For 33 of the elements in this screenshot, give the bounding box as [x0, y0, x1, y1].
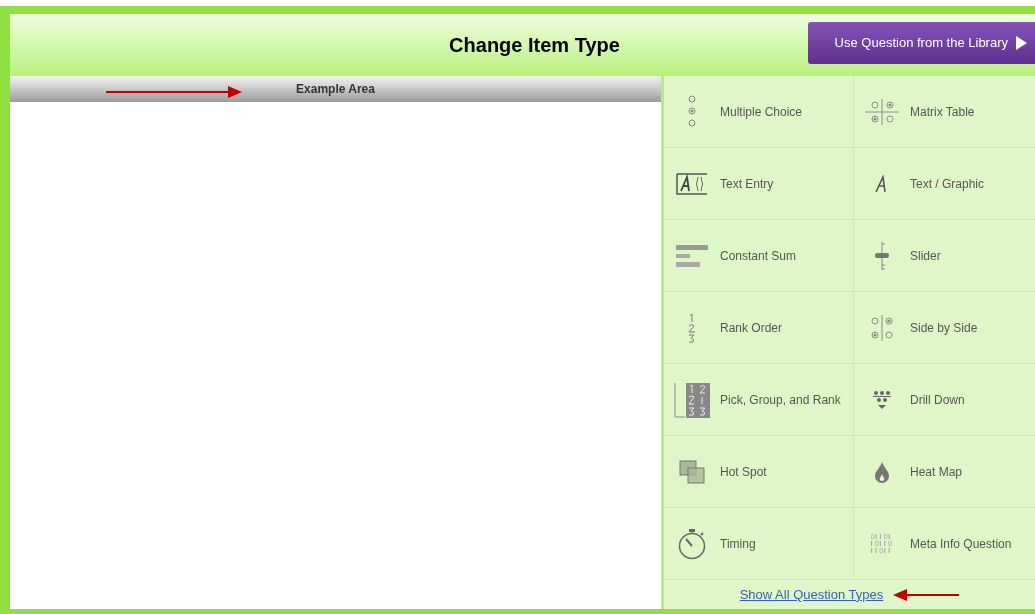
question-type-option[interactable]: Text / Graphic: [854, 148, 1035, 220]
radio-list-icon: [686, 93, 698, 130]
question-type-option[interactable]: Timing: [664, 508, 854, 580]
dialog-title: Change Item Type: [449, 33, 620, 58]
stopwatch-icon: [677, 527, 707, 560]
question-type-option[interactable]: Text Entry: [664, 148, 854, 220]
play-icon: [1016, 36, 1027, 50]
question-type-option[interactable]: Matrix Table: [854, 76, 1035, 148]
question-type-option[interactable]: Meta Info Question: [854, 508, 1035, 580]
question-type-option[interactable]: Pick, Group, and Rank: [664, 364, 854, 436]
question-type-option[interactable]: Side by Side: [854, 292, 1035, 364]
library-button[interactable]: Use Question from the Library: [808, 22, 1035, 64]
ranked-columns-icon: [674, 381, 710, 418]
example-title: Example Area: [296, 81, 375, 98]
text-box-icon: [676, 172, 708, 195]
binary-digits-icon: [871, 532, 893, 555]
numbered-list-icon: [687, 312, 697, 343]
question-type-option[interactable]: Rank Order: [664, 292, 854, 364]
overlapping-squares-icon: [679, 459, 705, 484]
radio-columns-icon: [870, 312, 894, 343]
question-type-option[interactable]: Slider: [854, 220, 1035, 292]
radio-grid-icon: [865, 96, 899, 127]
question-type-option[interactable]: Heat Map: [854, 436, 1035, 508]
question-type-option[interactable]: Constant Sum: [664, 220, 854, 292]
slider-icon: [874, 240, 890, 271]
annotation-arrow: [893, 588, 960, 601]
bars-icon: [676, 243, 708, 268]
funnel-icon: [872, 389, 892, 410]
question-type-option[interactable]: Drill Down: [854, 364, 1035, 436]
question-type-option[interactable]: Multiple Choice: [664, 76, 854, 148]
show-all-link[interactable]: Show All Question Types: [739, 584, 884, 605]
question-type-option[interactable]: Hot Spot: [664, 436, 854, 508]
flame-icon: [874, 460, 890, 483]
